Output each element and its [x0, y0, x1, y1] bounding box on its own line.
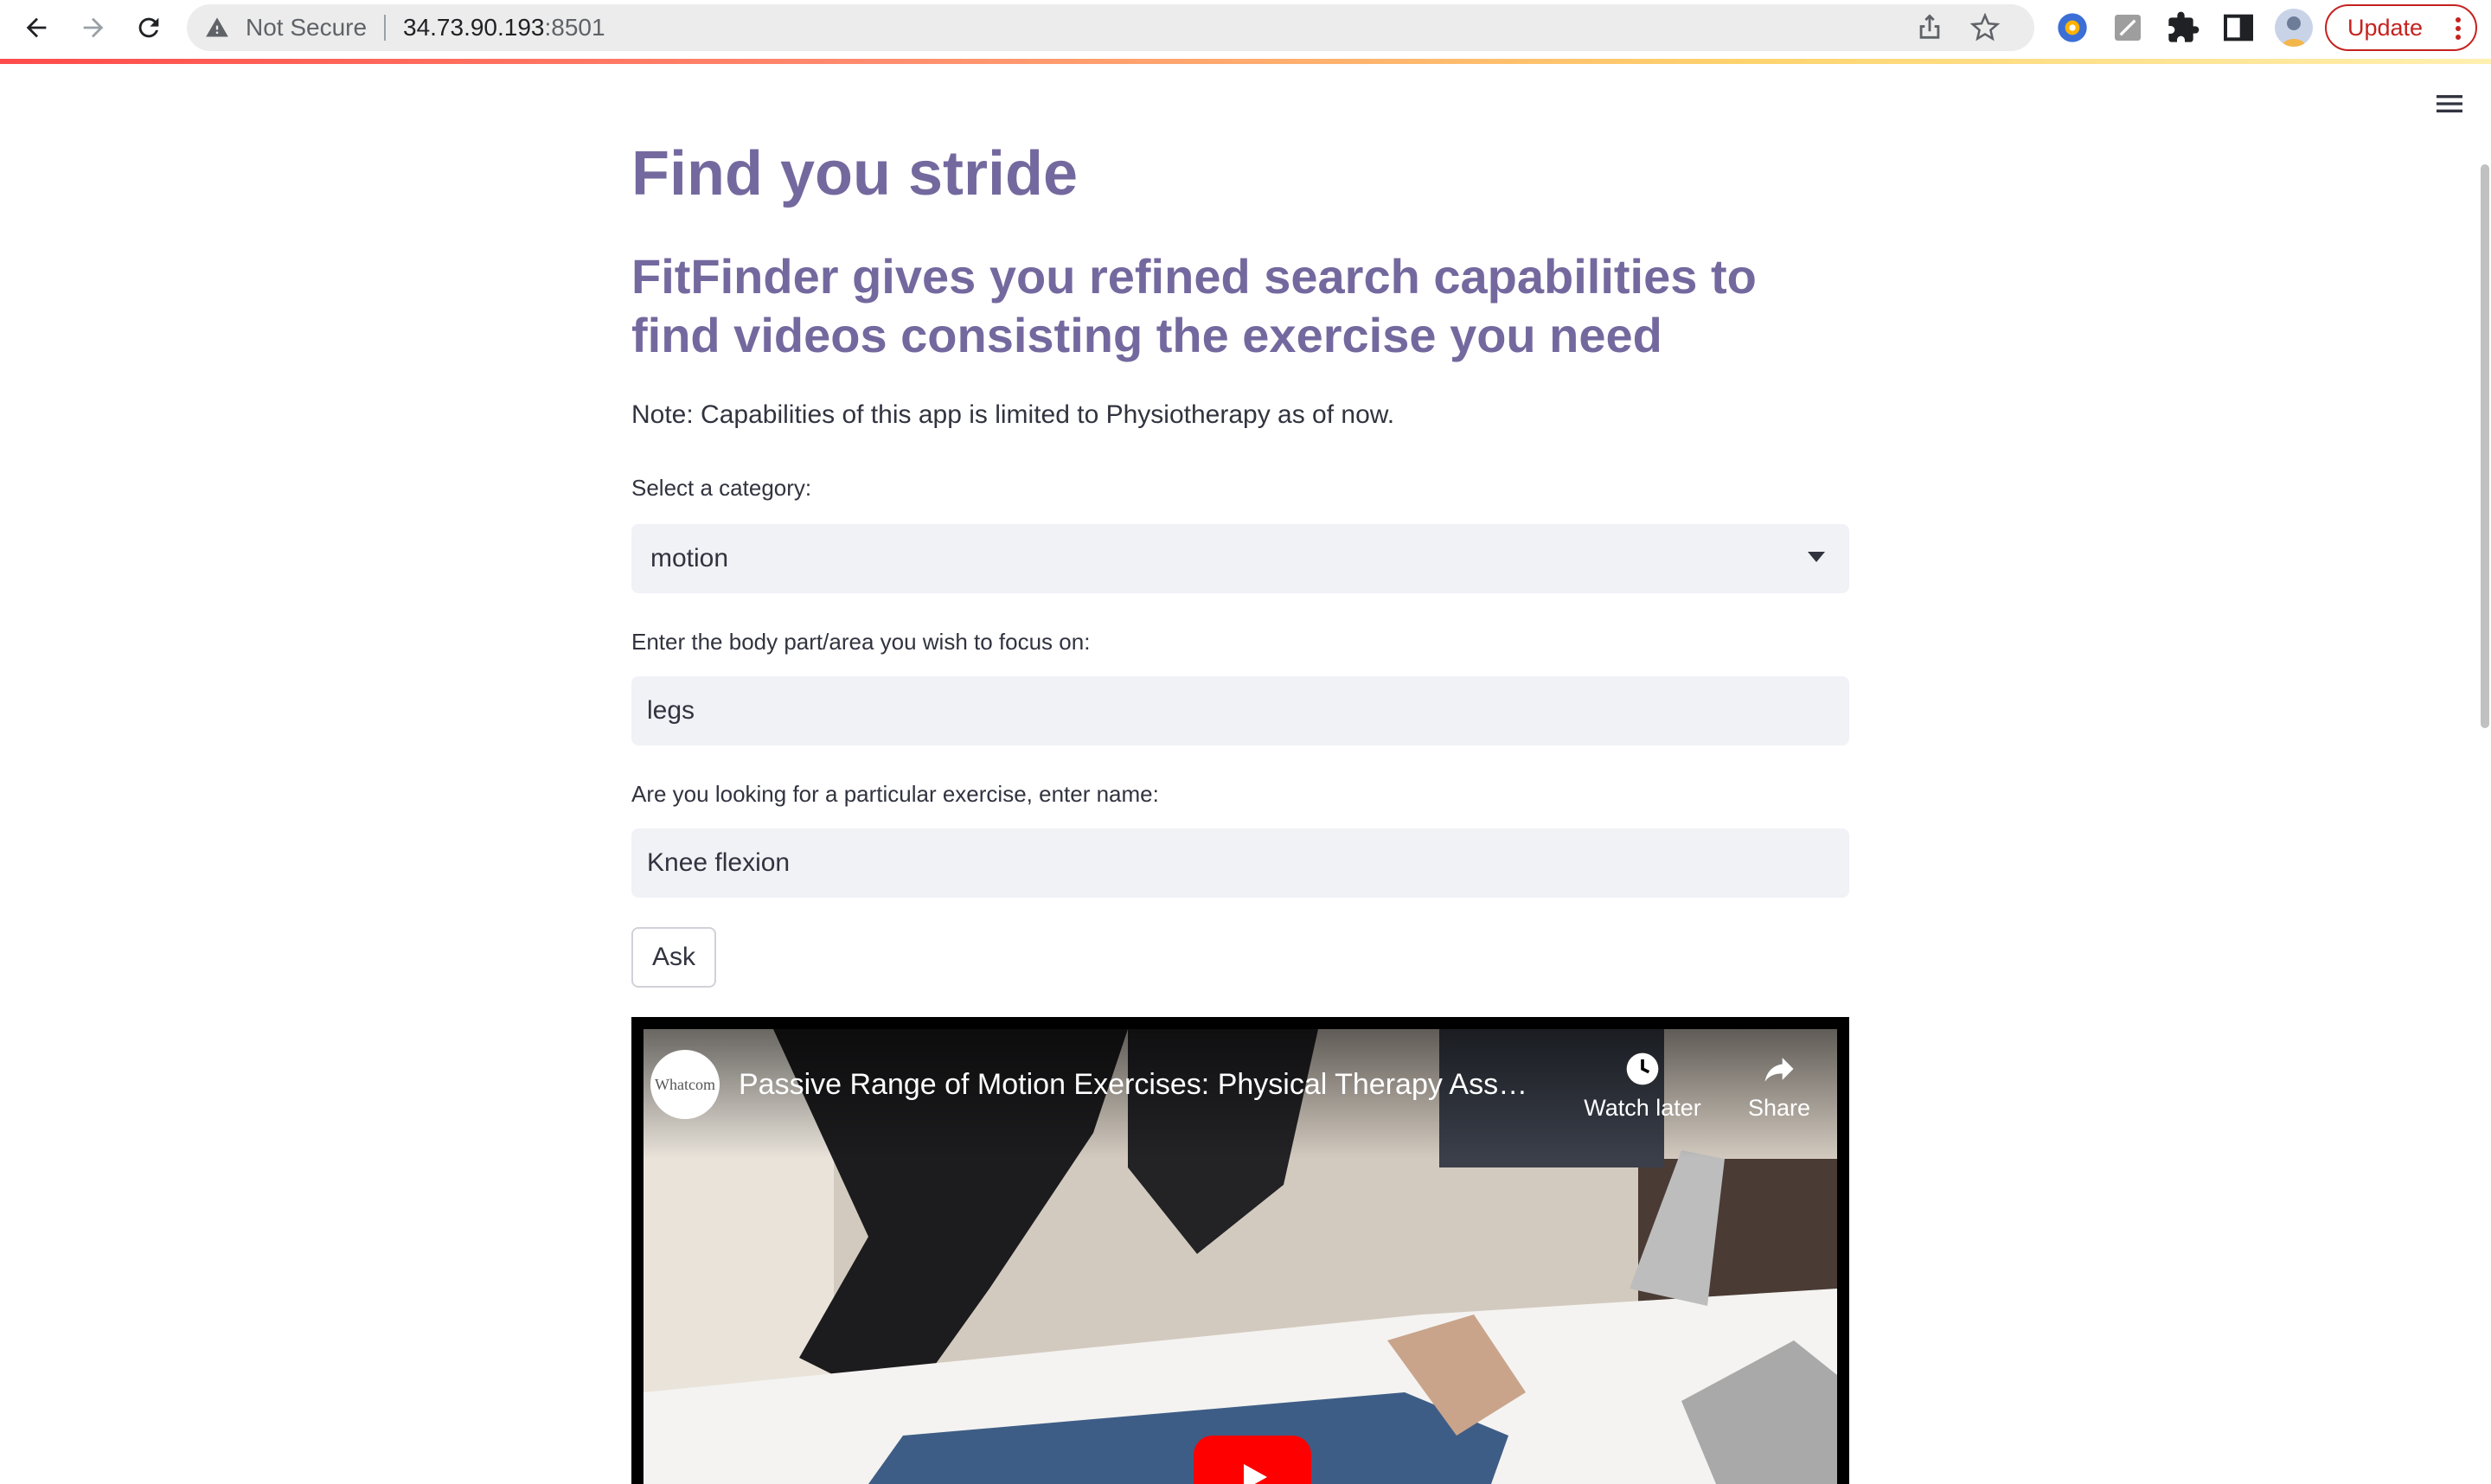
app-header-accent-bar	[0, 59, 2491, 64]
share-button[interactable]: Share	[1710, 1050, 1837, 1123]
body-part-label: Enter the body part/area you wish to foc…	[631, 629, 1091, 655]
play-icon	[1244, 1464, 1267, 1484]
security-status-text[interactable]: Not Secure	[246, 4, 367, 51]
forward-button[interactable]	[71, 5, 116, 50]
page-title: Find you stride	[631, 139, 1079, 208]
video-frame[interactable]: Whatcom Passive Range of Motion Exercise…	[644, 1029, 1837, 1484]
back-button[interactable]	[14, 5, 59, 50]
extension-circle-icon[interactable]	[2055, 10, 2090, 45]
address-bar[interactable]: Not Secure 34.73.90.193:8501	[187, 4, 2034, 51]
body-part-input[interactable]	[631, 676, 1849, 745]
url-host: 34.73.90.193	[403, 14, 545, 41]
reload-button[interactable]	[126, 5, 171, 50]
channel-logo[interactable]: Whatcom	[650, 1050, 720, 1119]
chevron-down-icon	[1808, 552, 1825, 562]
play-button[interactable]	[1194, 1436, 1311, 1484]
youtube-video-embed[interactable]: Whatcom Passive Range of Motion Exercise…	[631, 1017, 1849, 1484]
arrow-right-icon	[83, 17, 104, 38]
watch-later-button[interactable]: Watch later	[1573, 1050, 1712, 1123]
page-subtitle: FitFinder gives you refined search capab…	[631, 249, 1757, 362]
browser-toolbar: Not Secure 34.73.90.193:8501 Update	[0, 0, 2491, 57]
category-label: Select a category:	[631, 475, 812, 501]
watch-later-label: Watch later	[1584, 1095, 1701, 1121]
extensions-puzzle-icon[interactable]	[2166, 10, 2200, 45]
url-text[interactable]: 34.73.90.193:8501	[403, 4, 605, 51]
category-select[interactable]: motion	[631, 524, 1849, 593]
exercise-label: Are you looking for a particular exercis…	[631, 781, 1159, 807]
video-title[interactable]: Passive Range of Motion Exercises: Physi…	[739, 1065, 1527, 1103]
channel-logo-text: Whatcom	[655, 1075, 715, 1093]
side-panel-icon[interactable]	[2221, 10, 2256, 45]
bookmark-star-icon[interactable]	[1970, 13, 2000, 42]
warning-icon	[206, 17, 228, 37]
update-label: Update	[2347, 15, 2424, 41]
main-menu-icon[interactable]	[2432, 86, 2467, 121]
share-label: Share	[1747, 1095, 1811, 1121]
share-page-icon[interactable]	[1915, 13, 1944, 42]
extension-note-icon[interactable]	[2110, 10, 2145, 45]
profile-avatar-icon	[2282, 16, 2306, 47]
more-vertical-icon	[2456, 17, 2461, 40]
category-selected-value: motion	[650, 544, 729, 572]
reload-icon	[138, 17, 159, 38]
arrow-left-icon	[26, 17, 47, 38]
url-port: :8501	[544, 14, 605, 41]
ask-button[interactable]: Ask	[631, 927, 716, 988]
update-button[interactable]: Update	[2325, 4, 2477, 51]
note-text: Note: Capabilities of this app is limite…	[631, 400, 1395, 429]
exercise-name-input[interactable]	[631, 828, 1849, 898]
address-divider	[384, 15, 386, 41]
clock-icon	[1626, 1052, 1659, 1085]
page-scrollbar-thumb[interactable]	[2481, 164, 2489, 728]
profile-avatar[interactable]	[2275, 9, 2313, 47]
share-arrow-icon	[1764, 1058, 1794, 1082]
